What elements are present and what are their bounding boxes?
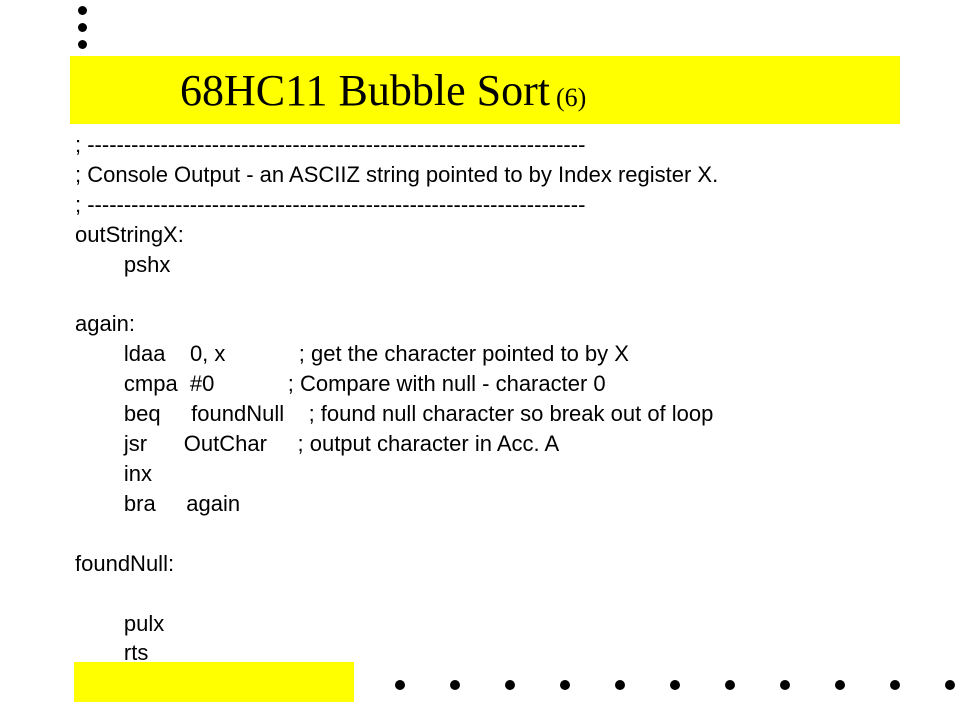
dot-icon	[670, 680, 680, 690]
dot-icon	[450, 680, 460, 690]
dot-icon	[725, 680, 735, 690]
slide: 68HC11 Bubble Sort (6) ; ---------------…	[0, 0, 960, 720]
slide-title: 68HC11 Bubble Sort (6)	[70, 56, 900, 124]
bullet-dot	[78, 6, 87, 15]
dot-icon	[890, 680, 900, 690]
dot-icon	[780, 680, 790, 690]
dot-icon	[615, 680, 625, 690]
title-main: 68HC11 Bubble Sort	[180, 65, 550, 116]
dot-icon	[395, 680, 405, 690]
footer-accent	[74, 662, 354, 702]
dot-icon	[835, 680, 845, 690]
code-block: ; --------------------------------------…	[75, 130, 905, 668]
bullet-dot	[78, 23, 87, 32]
decorative-dots-bottom	[395, 680, 955, 690]
dot-icon	[505, 680, 515, 690]
title-subscript: (6)	[556, 83, 586, 113]
dot-icon	[560, 680, 570, 690]
decorative-bullets-top	[78, 6, 87, 57]
bullet-dot	[78, 40, 87, 49]
dot-icon	[945, 680, 955, 690]
